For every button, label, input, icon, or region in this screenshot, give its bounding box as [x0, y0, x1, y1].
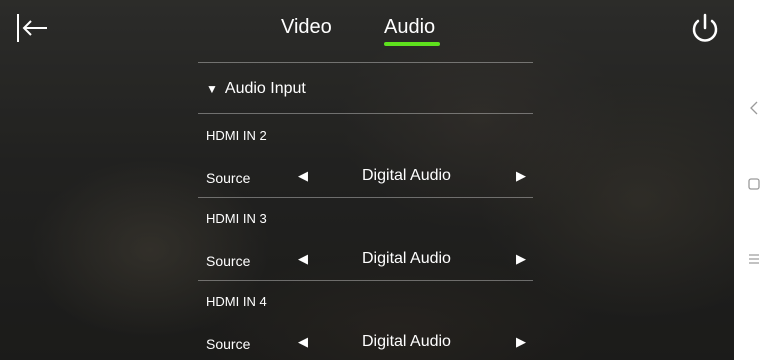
- next-source-button[interactable]: ▶: [516, 334, 526, 350]
- system-nav-bar: [734, 0, 773, 360]
- power-button[interactable]: [690, 12, 720, 44]
- divider: [198, 280, 533, 281]
- tab-active-indicator: [384, 42, 440, 46]
- prev-source-button[interactable]: ◀: [298, 168, 308, 184]
- divider: [198, 62, 533, 63]
- source-value: Digital Audio: [362, 250, 451, 267]
- nav-home-button[interactable]: [734, 177, 773, 195]
- tab-audio[interactable]: Audio: [384, 16, 435, 39]
- app-screen: Video Audio … ▼ Audio Input HDMI IN 2 Sou…: [0, 0, 734, 360]
- source-label: Source: [206, 170, 251, 186]
- source-label: Source: [206, 336, 251, 352]
- next-source-button[interactable]: ▶: [516, 168, 526, 184]
- input-name: HDMI IN 3: [206, 211, 267, 226]
- back-arrow-icon: [17, 14, 47, 42]
- audio-input-section-toggle[interactable]: ▼ Audio Input: [206, 80, 306, 98]
- source-label: Source: [206, 253, 251, 269]
- source-row: Source ◀ Digital Audio ▶: [198, 165, 533, 191]
- divider: [198, 197, 533, 198]
- divider: [198, 113, 533, 114]
- chevron-left-icon: [749, 101, 757, 115]
- source-row: Source ◀ Digital Audio ▶: [198, 248, 533, 274]
- power-icon: [692, 13, 718, 42]
- back-button[interactable]: [15, 12, 49, 44]
- source-value: Digital Audio: [362, 167, 451, 184]
- prev-source-button[interactable]: ◀: [298, 251, 308, 267]
- next-source-button[interactable]: ▶: [516, 251, 526, 267]
- nav-back-button[interactable]: [734, 100, 773, 121]
- source-row: Source ◀ Digital Audio ▶: [198, 331, 533, 357]
- input-name: HDMI IN 2: [206, 128, 267, 143]
- nav-menu-button[interactable]: [734, 252, 773, 270]
- prev-source-button[interactable]: ◀: [298, 334, 308, 350]
- tab-video[interactable]: Video: [281, 16, 332, 39]
- triangle-down-icon: ▼: [206, 82, 218, 96]
- input-name: HDMI IN 4: [206, 294, 267, 309]
- clipped-item-text: …: [360, 40, 378, 48]
- menu-icon: [748, 254, 759, 264]
- source-value: Digital Audio: [362, 333, 451, 350]
- square-icon: [747, 178, 760, 190]
- section-title: Audio Input: [224, 80, 306, 97]
